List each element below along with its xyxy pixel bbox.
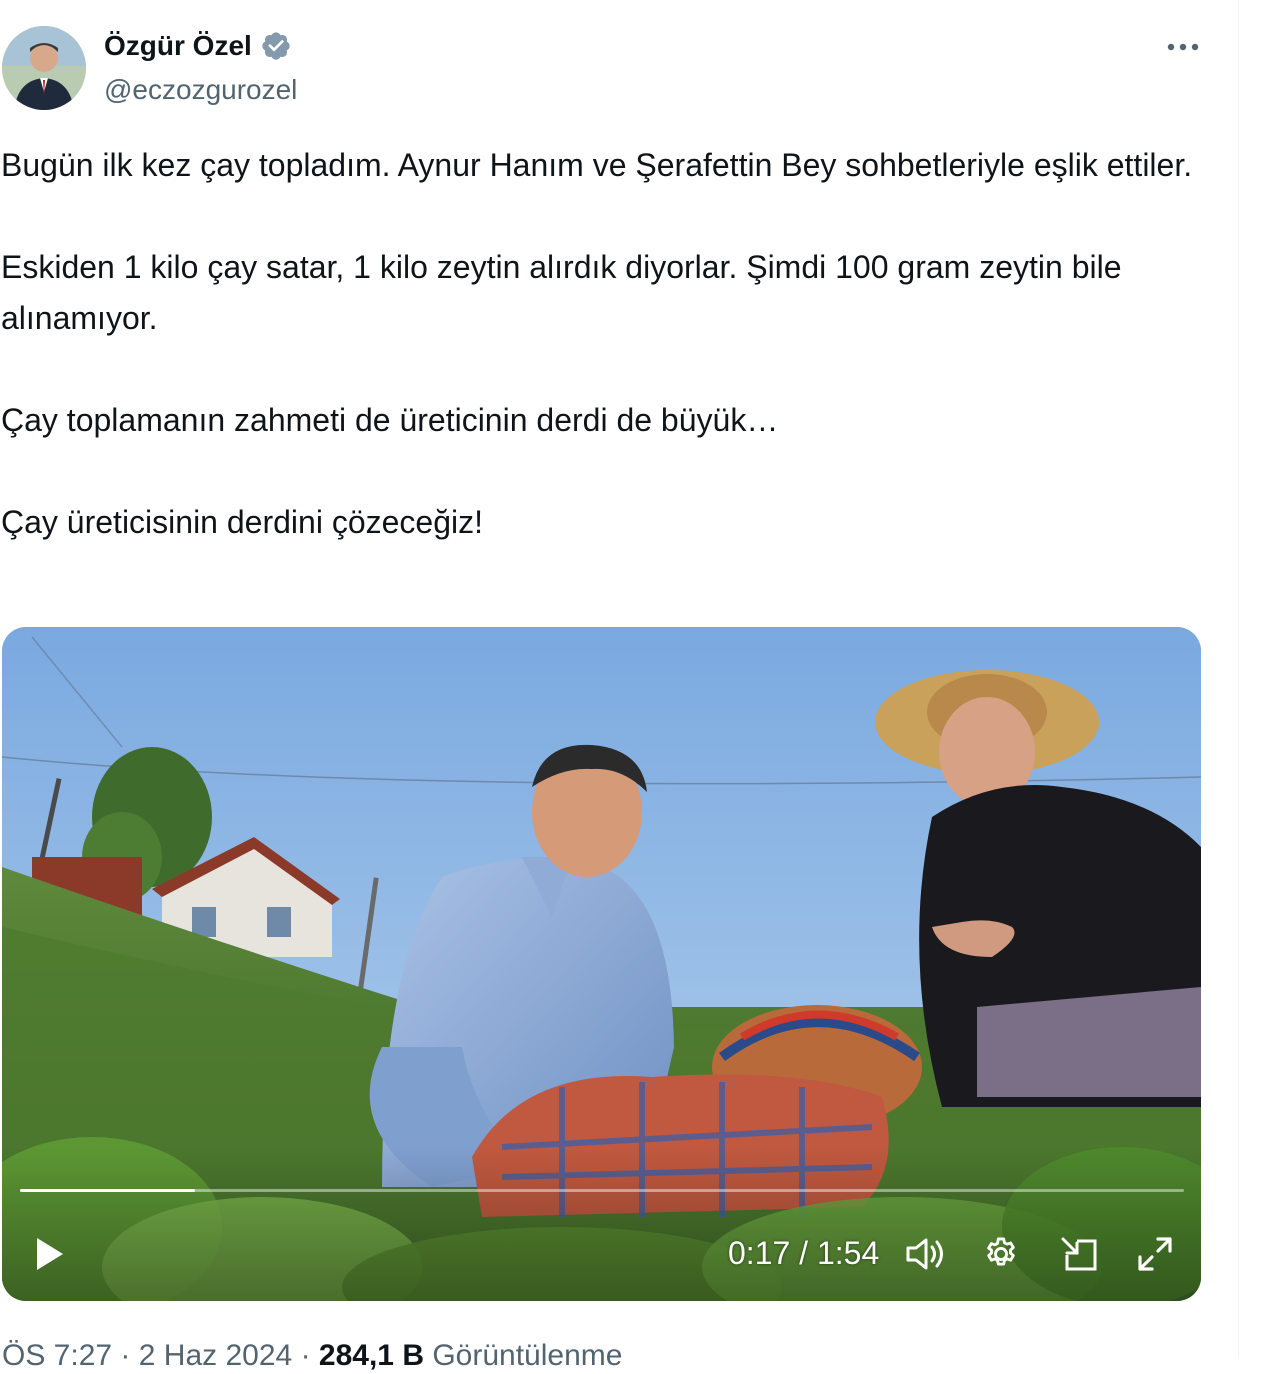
video-time-display: 0:17 / 1:54 bbox=[728, 1235, 880, 1271]
tweet-time[interactable]: ÖS 7:27 bbox=[2, 1339, 112, 1372]
tweet-meta: ÖS 7:27 · 2 Haz 2024 · 284,1 B Görüntüle… bbox=[2, 1338, 622, 1374]
video-frame bbox=[2, 627, 1201, 1301]
author-handle[interactable]: @eczozgurozel bbox=[104, 72, 297, 108]
tweet-date[interactable]: 2 Haz 2024 bbox=[139, 1339, 292, 1372]
meta-separator: · bbox=[300, 1339, 311, 1372]
tweet-text: Bugün ilk kez çay topladım. Aynur Hanım … bbox=[1, 140, 1216, 599]
verified-badge-icon bbox=[262, 32, 290, 60]
fullscreen-icon bbox=[1138, 1237, 1172, 1271]
video-player[interactable]: 0:17 / 1:54 bbox=[2, 627, 1201, 1301]
author-name-row[interactable]: Özgür Özel bbox=[104, 28, 292, 64]
avatar[interactable] bbox=[2, 26, 86, 110]
tweet-paragraph: Çay üreticisinin derdini çözeceğiz! bbox=[1, 504, 483, 540]
volume-button[interactable] bbox=[900, 1229, 950, 1279]
tweet-paragraph: Çay toplamanın zahmeti de üreticinin der… bbox=[1, 402, 779, 438]
play-icon bbox=[37, 1238, 63, 1270]
gear-icon bbox=[987, 1237, 1015, 1266]
fullscreen-button[interactable] bbox=[1130, 1229, 1180, 1279]
meta-separator: · bbox=[120, 1339, 131, 1372]
more-options-button[interactable] bbox=[1160, 30, 1206, 64]
play-button[interactable] bbox=[24, 1229, 74, 1279]
timeline-border bbox=[1238, 0, 1239, 1357]
tweet-paragraph: Eskiden 1 kilo çay satar, 1 kilo zeytin … bbox=[1, 249, 1122, 336]
video-progress-fill bbox=[20, 1189, 195, 1192]
tweet-paragraph: Bugün ilk kez çay topladım. Aynur Hanım … bbox=[1, 147, 1193, 183]
picture-in-picture-icon bbox=[1061, 1237, 1097, 1271]
views-label: Görüntülenme bbox=[432, 1339, 623, 1372]
author-name[interactable]: Özgür Özel bbox=[104, 28, 252, 64]
more-horizontal-icon bbox=[1167, 43, 1199, 51]
avatar-image bbox=[2, 26, 86, 110]
picture-in-picture-button[interactable] bbox=[1054, 1229, 1104, 1279]
settings-button[interactable] bbox=[976, 1229, 1026, 1279]
video-progress-bar[interactable] bbox=[20, 1189, 1184, 1192]
volume-icon bbox=[906, 1238, 943, 1270]
views-count: 284,1 B bbox=[318, 1339, 424, 1372]
